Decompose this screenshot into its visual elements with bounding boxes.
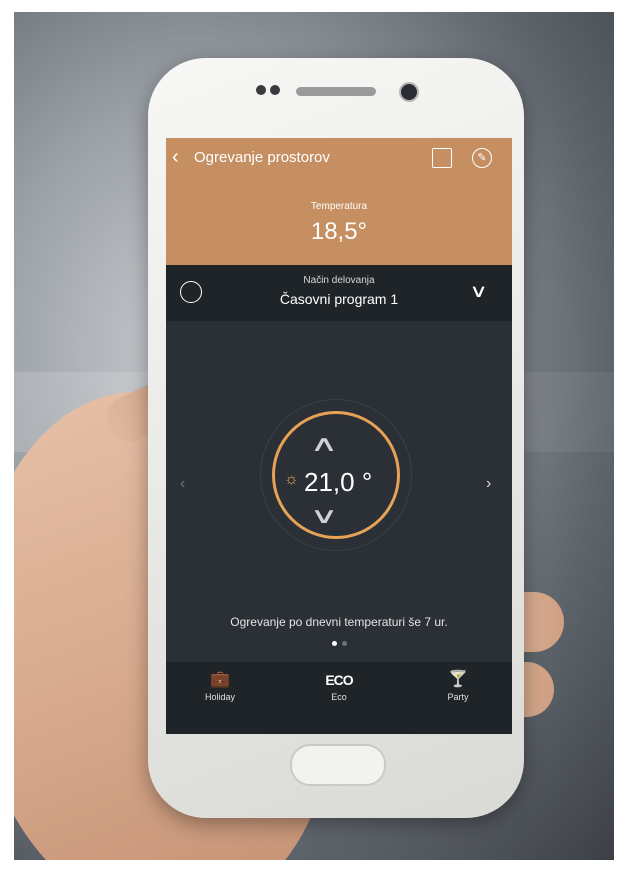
- page-dot[interactable]: [342, 641, 347, 646]
- setpoint-value: 21,0 °: [304, 467, 373, 497]
- tab-label: Party: [447, 692, 469, 702]
- temperature-label: Temperatura: [310, 201, 368, 212]
- decrease-temperature-button[interactable]: ∨: [310, 503, 339, 529]
- home-button[interactable]: [290, 744, 386, 786]
- bottom-tab-bar: 💼 Holiday ECO Eco 🍸 Party: [166, 662, 512, 734]
- mode-value: Časovni program 1: [279, 291, 399, 307]
- eco-icon: ECO: [325, 672, 353, 688]
- sensor: [256, 85, 266, 95]
- next-page-icon[interactable]: ›: [486, 475, 491, 493]
- tab-holiday[interactable]: 💼 Holiday: [180, 670, 260, 702]
- header: ‹ Ogrevanje prostorov ✎ Temperatura 18,5…: [166, 138, 512, 265]
- increase-temperature-button[interactable]: ∧: [310, 431, 339, 457]
- page-dot-active[interactable]: [332, 641, 337, 646]
- calendar-clock-icon[interactable]: [432, 148, 452, 168]
- tab-party[interactable]: 🍸 Party: [418, 670, 498, 702]
- mode-selector[interactable]: Način delovanja Časovni program 1 ∨: [166, 265, 512, 321]
- phone: ‹ Ogrevanje prostorov ✎ Temperatura 18,5…: [148, 58, 524, 818]
- mode-label: Način delovanja: [303, 275, 375, 286]
- tab-label: Eco: [331, 692, 347, 702]
- app-screen: ‹ Ogrevanje prostorov ✎ Temperatura 18,5…: [166, 138, 512, 734]
- cocktail-icon: 🍸: [448, 671, 468, 688]
- previous-page-icon[interactable]: ‹: [180, 475, 185, 493]
- pencil-icon[interactable]: ✎: [472, 148, 492, 168]
- speaker-grille: [296, 87, 376, 96]
- sun-icon: ☼: [284, 471, 299, 488]
- front-camera: [399, 82, 419, 102]
- sensor: [270, 85, 280, 95]
- thermostat-dial-area: ‹ ∧ ☼ 21,0 ° ∨ ›: [166, 321, 512, 651]
- chevron-down-icon[interactable]: ∨: [469, 281, 487, 302]
- temperature-value: 18,5°: [310, 218, 368, 245]
- chevron-left-icon[interactable]: ‹: [172, 146, 179, 169]
- tab-label: Holiday: [204, 692, 235, 702]
- status-text: Ogrevanje po dnevni temperaturi še 7 ur.: [230, 615, 448, 629]
- tab-eco[interactable]: ECO Eco: [299, 670, 379, 702]
- page-title: Ogrevanje prostorov: [194, 149, 330, 166]
- suitcase-icon: 💼: [210, 671, 230, 688]
